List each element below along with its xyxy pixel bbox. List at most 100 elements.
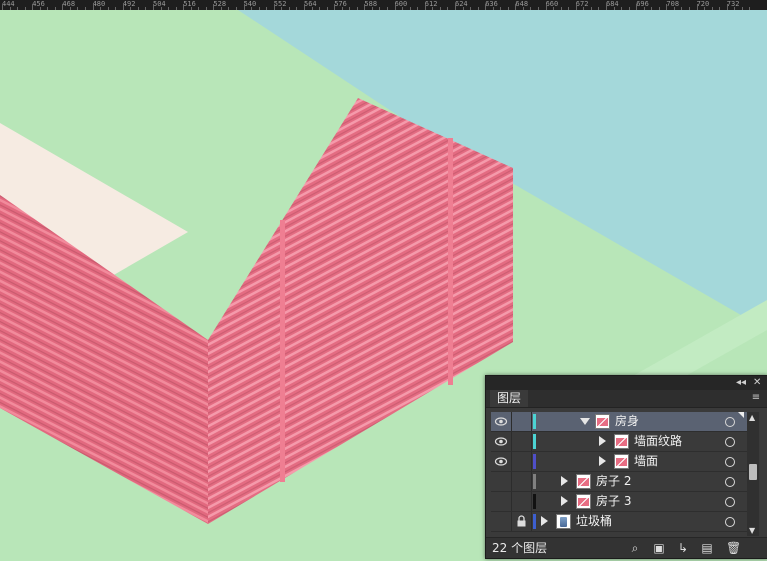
panel-title-bar: ◂◂ ✕ xyxy=(486,376,767,390)
ruler-tick-label: 516 xyxy=(183,0,196,8)
ruler-tick-label: 672 xyxy=(575,0,589,8)
target-circle-icon[interactable] xyxy=(725,457,735,467)
layer-color-bar xyxy=(533,474,536,489)
make-clipping-mask-icon[interactable]: ▣ xyxy=(652,541,666,555)
ruler-tick-label: 636 xyxy=(485,0,498,8)
ruler-tick-label: 696 xyxy=(636,0,649,8)
layers-scrollbar[interactable]: ▲ ▼ xyxy=(747,412,759,536)
lock-toggle[interactable] xyxy=(512,452,532,471)
layer-thumbnail xyxy=(576,474,591,489)
close-panel-button[interactable]: ✕ xyxy=(753,376,761,390)
scroll-down-icon[interactable]: ▼ xyxy=(749,526,755,535)
layer-row[interactable]: 墙面 xyxy=(491,452,747,472)
ruler-tick-label: 444 xyxy=(2,0,15,8)
eye-icon xyxy=(494,417,508,426)
scroll-up-icon[interactable]: ▲ xyxy=(749,413,755,422)
visibility-toggle[interactable] xyxy=(491,432,512,451)
lock-icon xyxy=(517,515,526,527)
ruler-tick-label: 552 xyxy=(273,0,287,8)
layer-thumbnail xyxy=(595,414,610,429)
visibility-toggle[interactable] xyxy=(491,452,512,471)
scroll-thumb[interactable] xyxy=(749,464,757,480)
ruler-tick-label: 528 xyxy=(213,0,227,8)
ruler-tick-label: 456 xyxy=(32,0,45,8)
chevron-right-icon[interactable] xyxy=(599,456,606,466)
layer-row[interactable]: 房子 3 xyxy=(491,492,747,512)
horizontal-ruler: 444 456 468 480 492 504 516 528 540 552 564 576 588 6… xyxy=(0,0,767,10)
selection-indicator xyxy=(738,412,744,418)
collapse-panel-button[interactable]: ◂◂ xyxy=(736,376,746,390)
visibility-toggle[interactable] xyxy=(491,412,512,431)
layer-color-bar xyxy=(533,454,536,469)
ruler-tick-label: 612 xyxy=(424,0,438,8)
wall-pillar xyxy=(280,220,285,482)
target-circle-icon[interactable] xyxy=(725,497,735,507)
ruler-tick-label: 660 xyxy=(545,0,559,8)
layers-list: 房身 墙面纹路 墙面 房子 2 房子 3 垃圾桶 xyxy=(491,412,747,536)
layer-thumbnail xyxy=(576,494,591,509)
new-sublayer-icon[interactable]: ↳ xyxy=(676,541,690,555)
chevron-down-icon[interactable] xyxy=(580,418,590,425)
eye-icon xyxy=(494,457,508,466)
ruler-tick-label: 468 xyxy=(62,0,76,8)
layer-name[interactable]: 房子 2 xyxy=(596,472,631,491)
chevron-right-icon[interactable] xyxy=(561,476,568,486)
search-icon[interactable]: ⌕ xyxy=(628,541,642,555)
layer-row[interactable]: 房子 2 xyxy=(491,472,747,492)
layer-color-bar xyxy=(533,434,536,449)
ruler-tick-label: 564 xyxy=(304,0,317,8)
target-circle-icon[interactable] xyxy=(725,437,735,447)
ruler-tick-label: 684 xyxy=(606,0,619,8)
ruler-tick-label: 624 xyxy=(455,0,468,8)
layer-thumbnail xyxy=(614,434,629,449)
layer-name[interactable]: 墙面纹路 xyxy=(634,432,682,451)
ruler-tick-label: 504 xyxy=(153,0,166,8)
lock-toggle[interactable] xyxy=(512,472,532,491)
panel-menu-icon[interactable]: ≡ xyxy=(750,392,762,404)
ruler-tick-label: 600 xyxy=(394,0,408,8)
layer-name[interactable]: 垃圾桶 xyxy=(576,512,612,531)
layer-row[interactable]: 垃圾桶 xyxy=(491,512,747,532)
lock-toggle[interactable] xyxy=(512,412,532,431)
layer-row[interactable]: 房身 xyxy=(491,412,747,432)
eye-icon xyxy=(494,437,508,446)
lock-toggle[interactable] xyxy=(512,432,532,451)
chevron-right-icon[interactable] xyxy=(541,516,548,526)
layer-thumbnail xyxy=(614,454,629,469)
layer-count-label: 22 个图层 xyxy=(492,541,548,555)
panel-tab-bar: 图层 ≡ xyxy=(486,390,767,408)
delete-icon[interactable]: 🗑 xyxy=(726,541,741,555)
chevron-right-icon[interactable] xyxy=(561,496,568,506)
panel-footer: 22 个图层 ⌕ ▣ ↳ ▤ 🗑 xyxy=(486,537,767,558)
target-circle-icon[interactable] xyxy=(725,517,735,527)
chevron-right-icon[interactable] xyxy=(599,436,606,446)
layer-color-bar xyxy=(533,514,536,529)
layer-thumbnail xyxy=(556,514,571,529)
layer-color-bar xyxy=(533,494,536,509)
target-circle-icon[interactable] xyxy=(725,477,735,487)
lock-toggle[interactable] xyxy=(512,492,532,511)
ruler-tick-label: 648 xyxy=(515,0,529,8)
layers-panel: ◂◂ ✕ 图层 ≡ 房身 墙面纹路 墙面 房子 2 房子 3 垃圾桶 ▲ ▼ 22 个图层… xyxy=(485,375,767,559)
layer-row[interactable]: 墙面纹路 xyxy=(491,432,747,452)
visibility-toggle[interactable] xyxy=(491,492,512,511)
visibility-toggle[interactable] xyxy=(491,512,512,531)
new-layer-icon[interactable]: ▤ xyxy=(700,541,714,555)
ruler-tick-label: 480 xyxy=(92,0,106,8)
ruler-tick-label: 732 xyxy=(726,0,740,8)
layer-name[interactable]: 墙面 xyxy=(634,452,658,471)
layer-name[interactable]: 房子 3 xyxy=(596,492,631,511)
target-circle-icon[interactable] xyxy=(725,417,735,427)
ruler-tick-label: 492 xyxy=(122,0,136,8)
ruler-tick-label: 576 xyxy=(334,0,347,8)
ruler-tick-label: 588 xyxy=(364,0,378,8)
wall-pillar xyxy=(448,138,453,385)
layer-color-bar xyxy=(533,414,536,429)
ruler-tick-label: 540 xyxy=(243,0,257,8)
ruler-tick-label: 720 xyxy=(696,0,710,8)
visibility-toggle[interactable] xyxy=(491,472,512,491)
lock-toggle[interactable] xyxy=(512,512,532,531)
tab-layers[interactable]: 图层 xyxy=(490,390,529,407)
layer-name[interactable]: 房身 xyxy=(615,412,639,431)
ruler-tick-label: 708 xyxy=(666,0,680,8)
